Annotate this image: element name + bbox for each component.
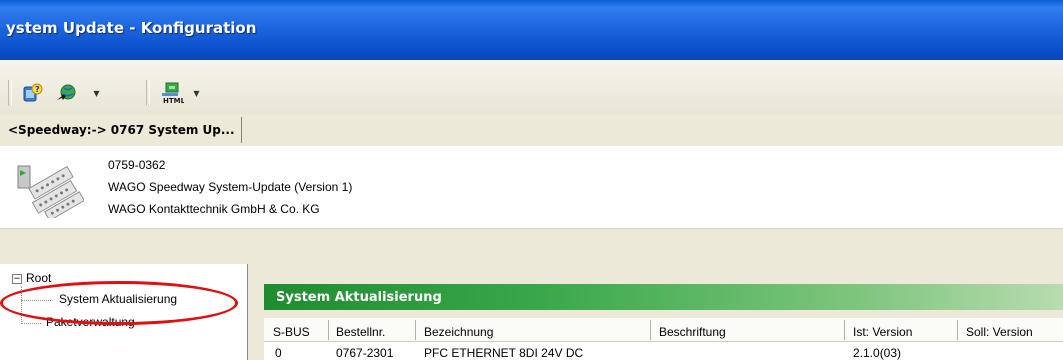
- tree-connector: [21, 323, 41, 324]
- column-header-bestellnr[interactable]: Bestellnr.: [336, 325, 385, 339]
- table-cell-sbus[interactable]: 0: [275, 346, 282, 360]
- tab-speedway-system-update[interactable]: <Speedway:-> 0767 System Up...: [4, 117, 242, 143]
- red-highlight-circle: [0, 281, 238, 325]
- column-header-bezeichnung[interactable]: Bezeichnung: [424, 325, 493, 339]
- column-separator[interactable]: [957, 320, 958, 340]
- section-title: System Aktualisierung: [276, 289, 442, 305]
- column-header-ist-version[interactable]: Ist: Version: [853, 325, 912, 339]
- svg-text:HTML: HTML: [163, 97, 184, 105]
- column-separator[interactable]: [328, 320, 329, 340]
- column-separator[interactable]: [650, 320, 651, 340]
- window-title: ystem Update - Konfiguration: [6, 19, 257, 37]
- help-icon[interactable]: ?: [20, 80, 46, 106]
- collapse-icon[interactable]: −: [12, 274, 22, 284]
- column-header-beschriftung[interactable]: Beschriftung: [659, 325, 726, 339]
- device-modules-icon: [14, 156, 86, 222]
- toolbar-grip[interactable]: [146, 80, 150, 106]
- toolbar-grip[interactable]: [8, 80, 12, 106]
- column-separator[interactable]: [415, 320, 416, 340]
- column-header-soll-version[interactable]: Soll: Version: [966, 325, 1033, 339]
- section-header: System Aktualisierung: [264, 284, 1063, 310]
- separator-bar: [0, 228, 1063, 265]
- dropdown-arrow-icon[interactable]: ▼: [192, 88, 201, 100]
- order-number: 0759-0362: [108, 158, 166, 172]
- company-name: WAGO Kontakttechnik GmbH & Co. KG: [108, 202, 320, 216]
- column-header-sbus[interactable]: S-BUS: [273, 325, 310, 339]
- svg-text:?: ?: [35, 85, 40, 94]
- product-name: WAGO Speedway System-Update (Version 1): [108, 180, 353, 194]
- tab-label: <Speedway:-> 0767 System Up...: [8, 123, 235, 137]
- table-cell-bestellnr[interactable]: 0767-2301: [336, 346, 393, 360]
- table-cell-bezeichnung[interactable]: PFC ETHERNET 8DI 24V DC: [424, 346, 583, 360]
- dropdown-arrow-icon[interactable]: ▼: [92, 88, 101, 100]
- tree-root[interactable]: Root: [26, 271, 51, 285]
- table-cell-ist-version[interactable]: 2.1.0(03): [853, 346, 901, 360]
- column-separator[interactable]: [844, 320, 845, 340]
- network-globe-icon[interactable]: [52, 80, 82, 106]
- html-export-icon[interactable]: HTML: [156, 80, 186, 106]
